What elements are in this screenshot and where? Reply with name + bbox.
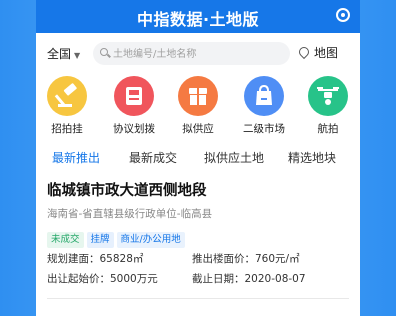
region-selector[interactable]: 全国 ▼ [47,45,80,62]
deadline: 截止日期：2020-08-07 [192,271,306,286]
search-input[interactable] [113,43,283,66]
tab-latest-launch[interactable]: 最新推出 [52,149,100,166]
caret-down-icon: ▼ [74,51,81,60]
listing-title: 临城镇市政大道西侧地段 [47,183,207,199]
method-badge: 挂牌 [86,232,114,248]
region-label: 全国 [47,47,72,61]
app-header: 中指数据·土地版 [36,0,360,33]
listing-location: 海南省-省直辖县级行政单位-临高县 [47,208,213,220]
phone-screen: 中指数据·土地版 全国▼ 地图 招拍挂 协议划拨 [36,0,360,316]
status-badge: 未成交 [47,232,84,248]
category-planned-supply[interactable]: 拟供应 [170,76,226,136]
tab-planned-land[interactable]: 拟供应土地 [204,149,264,166]
usage-badge: 商业/办公用地 [116,232,185,248]
category-label: 招拍挂 [51,123,83,135]
bag-icon [244,76,284,116]
floor-price-value: 760元/㎡ [255,253,300,265]
listing-card[interactable]: 临城镇市政大道西侧地段 海南省-省直辖县级行政单位-临高县 未成交 挂牌 商业/办公… [36,179,360,295]
deadline-value: 2020-08-07 [244,273,306,285]
category-label: 协议划拨 [113,123,155,135]
book-icon [114,76,154,116]
drone-icon [308,76,348,116]
floor-price: 推出楼面价：760元/㎡ [192,251,300,266]
map-label: 地图 [314,46,339,60]
listing-tags: 未成交 挂牌 商业/办公用地 [47,227,349,248]
location-pin-icon [296,44,312,60]
category-label: 航拍 [317,123,339,135]
category-aerial[interactable]: 航拍 [300,76,356,136]
search-box[interactable] [93,42,290,66]
category-secondary-market[interactable]: 二级市场 [236,76,292,136]
floor-price-label: 推出楼面价： [192,253,255,265]
planned-area-label: 规划建面： [47,253,100,265]
target-icon[interactable] [336,8,350,22]
gavel-icon [47,76,87,116]
planned-area: 规划建面：65828㎡ [47,251,143,266]
category-icons: 招拍挂 协议划拨 拟供应 二级市场 航拍 [36,73,360,137]
tab-latest-deal[interactable]: 最新成交 [129,149,177,166]
map-button[interactable]: 地图 [296,44,339,61]
search-row: 全国▼ 地图 [36,33,360,73]
deadline-label: 截止日期： [192,273,245,285]
category-label: 拟供应 [182,123,214,135]
listing-info: 规划建面：65828㎡ 推出楼面价：760元/㎡ 出让起始价：5000万元 截止… [47,251,349,295]
category-auction[interactable]: 招拍挂 [39,76,95,136]
start-price-value: 5000万元 [110,273,158,285]
app-title: 中指数据·土地版 [136,10,260,29]
box-icon [178,76,218,116]
listing-tabs: 最新推出 最新成交 拟供应土地 精选地块 [36,141,360,175]
category-label: 二级市场 [243,123,285,135]
divider [47,298,349,299]
tab-featured[interactable]: 精选地块 [288,149,336,166]
start-price-label: 出让起始价： [47,273,110,285]
category-agreement[interactable]: 协议划拨 [106,76,162,136]
start-price: 出让起始价：5000万元 [47,271,158,286]
planned-area-value: 65828㎡ [99,253,144,265]
search-icon [100,48,108,56]
